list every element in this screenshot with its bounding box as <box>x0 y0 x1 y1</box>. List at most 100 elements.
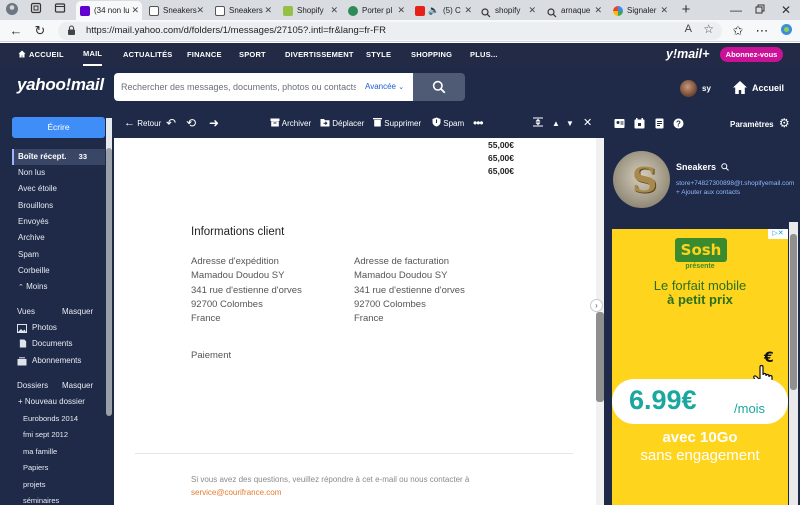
sosh-advertisement[interactable]: ▷✕ Sosh présente Le forfait mobile à pet… <box>612 229 788 505</box>
back-button[interactable]: ← Retour <box>124 109 161 138</box>
folder-item[interactable]: Papiers <box>23 463 48 472</box>
close-icon[interactable]: ✕ <box>264 1 272 20</box>
sidebar-item-inbox[interactable]: Boîte récept. 33 <box>12 149 105 165</box>
folder-item[interactable]: projets <box>23 480 46 489</box>
reply-all-icon[interactable]: ⟲ <box>186 109 196 138</box>
notepad-icon[interactable] <box>654 118 665 129</box>
minimize-icon[interactable]: — <box>728 2 744 18</box>
archive-button[interactable]: Archiver <box>270 109 311 138</box>
close-icon[interactable]: ✕ <box>196 1 204 20</box>
contact-avatar[interactable]: S <box>613 151 670 208</box>
new-tab-button[interactable]: + <box>678 2 694 18</box>
nav-finance[interactable]: FINANCE <box>187 43 222 66</box>
back-arrow-icon[interactable]: ← <box>8 23 24 39</box>
forward-icon[interactable]: ➜ <box>209 109 219 138</box>
workspaces-icon[interactable] <box>28 2 44 18</box>
tab-shopify[interactable]: Shopify ✕ <box>279 1 341 20</box>
sidebar-item-trash[interactable]: Corbeille <box>12 263 105 279</box>
window-close-icon[interactable]: ✕ <box>778 2 794 18</box>
contacts-icon[interactable] <box>614 118 625 129</box>
copilot-icon[interactable] <box>778 23 794 39</box>
nav-shopping[interactable]: SHOPPING <box>411 43 452 66</box>
nav-mail[interactable]: MAIL <box>83 43 103 66</box>
sidebar-less-toggle[interactable]: ⌃ Moins <box>12 279 105 295</box>
folder-item[interactable]: Eurobonds 2014 <box>23 414 78 423</box>
calendar-icon[interactable] <box>634 118 645 129</box>
folders-hide-link[interactable]: Masquer <box>62 381 93 390</box>
more-actions-icon[interactable]: ••• <box>473 109 484 138</box>
tab-porter-plainte[interactable]: Porter pl ✕ <box>344 1 408 20</box>
favorites-icon[interactable]: ✩ <box>730 23 746 39</box>
folder-item[interactable]: fmi sept 2012 <box>23 430 68 439</box>
tab-signaler[interactable]: Signaler ✕ <box>609 1 671 20</box>
close-icon[interactable]: ✕ <box>330 1 338 20</box>
avatar[interactable] <box>680 80 697 97</box>
favorite-star-icon[interactable]: ☆ <box>703 22 714 36</box>
nav-plus[interactable]: PLUS... <box>470 43 498 66</box>
profile-icon[interactable] <box>4 2 20 18</box>
move-button[interactable]: Déplacer <box>320 109 364 138</box>
speaker-icon[interactable]: 🔈 <box>428 1 439 20</box>
folder-item[interactable]: ma famille <box>23 447 57 456</box>
settings-link[interactable]: Paramètres ⚙ <box>730 109 790 139</box>
advanced-search-toggle[interactable]: Avancée ⌄ <box>365 73 404 102</box>
sidebar-item-drafts[interactable]: Brouillons <box>12 198 105 214</box>
read-aloud-icon[interactable]: A <box>685 23 692 35</box>
nav-style[interactable]: STYLE <box>366 43 391 66</box>
nav-sport[interactable]: SPORT <box>239 43 266 66</box>
sidebar-item-spam[interactable]: Spam <box>12 247 105 263</box>
folder-item[interactable]: séminaires <box>23 496 59 505</box>
search-button[interactable] <box>413 73 465 101</box>
right-panel-scrollbar-thumb[interactable] <box>790 234 797 390</box>
support-email-link[interactable]: service@courifrance.com <box>191 488 281 497</box>
next-message-icon[interactable]: ▼ <box>566 109 574 138</box>
close-message-icon[interactable]: ✕ <box>583 109 592 138</box>
add-to-contacts-link[interactable]: + Ajouter aux contacts <box>676 189 740 196</box>
contact-name[interactable]: Sneakers <box>676 162 729 172</box>
chevron-right-icon[interactable]: › <box>590 299 603 312</box>
close-icon[interactable]: ✕ <box>660 1 668 20</box>
ymail-plus-logo[interactable]: y!mail+ <box>666 43 709 66</box>
nav-divertissement[interactable]: DIVERTISSEMENT <box>285 43 354 66</box>
sidebar-item-unread[interactable]: Non lus <box>12 165 105 181</box>
compose-button[interactable]: Écrire <box>12 117 105 138</box>
close-icon[interactable]: ✕ <box>594 1 602 20</box>
delete-button[interactable]: Supprimer <box>373 109 421 138</box>
user-name[interactable]: sy <box>702 80 711 97</box>
views-hide-link[interactable]: Masquer <box>62 307 93 316</box>
close-icon[interactable]: ✕ <box>528 1 536 20</box>
reply-icon[interactable]: ↶ <box>166 109 176 138</box>
close-icon[interactable]: ✕ <box>131 1 139 20</box>
close-icon[interactable]: ✕ <box>464 1 472 20</box>
url-field[interactable]: https://mail.yahoo.com/d/folders/1/messa… <box>58 22 722 40</box>
sidebar-item-archive[interactable]: Archive <box>12 230 105 246</box>
sidebar-item-documents[interactable]: Documents <box>12 336 105 352</box>
collapse-toggle-icon[interactable] <box>533 109 543 138</box>
sidebar-item-sent[interactable]: Envoyés <box>12 214 105 230</box>
nav-home[interactable]: ACCUEIL <box>18 43 64 66</box>
sidebar-item-photos[interactable]: Photos <box>12 320 105 336</box>
adchoices-icon[interactable]: ▷✕ <box>768 229 788 239</box>
nav-actualites[interactable]: ACTUALITÉS <box>123 43 173 66</box>
message-scrollbar-thumb[interactable] <box>596 312 604 402</box>
refresh-icon[interactable]: ↻ <box>32 23 48 39</box>
restore-icon[interactable] <box>752 2 768 18</box>
subscribe-button[interactable]: Abonnez-vous <box>720 47 783 62</box>
sidebar-item-starred[interactable]: Avec étoile <box>12 181 105 197</box>
yahoo-mail-logo[interactable]: yahoo!mail <box>17 75 104 95</box>
tab-search-arnaque[interactable]: arnaque ✕ <box>543 1 605 20</box>
tab-actions-icon[interactable] <box>52 2 68 18</box>
search-input[interactable] <box>121 73 356 101</box>
tab-search-shopify[interactable]: shopify ✕ <box>477 1 539 20</box>
sidebar-scrollbar-thumb[interactable] <box>106 148 112 416</box>
previous-message-icon[interactable]: ▲ <box>552 109 560 138</box>
spam-button[interactable]: Spam <box>432 109 464 138</box>
tab-yahoo-mail[interactable]: (34 non lu ✕ <box>76 1 142 20</box>
sidebar-item-subscriptions[interactable]: Abonnements <box>12 353 105 369</box>
help-icon[interactable]: ? <box>673 118 684 129</box>
tab-sneakers-1[interactable]: Sneakers ✕ <box>145 1 207 20</box>
more-options-icon[interactable]: ⋯ <box>754 23 770 39</box>
new-folder-button[interactable]: + Nouveau dossier <box>12 394 105 410</box>
contact-email[interactable]: store+74827300898@t.shopifyemail.com <box>676 180 794 187</box>
tab-youtube[interactable]: 🔈 (5) C ✕ <box>411 1 475 20</box>
